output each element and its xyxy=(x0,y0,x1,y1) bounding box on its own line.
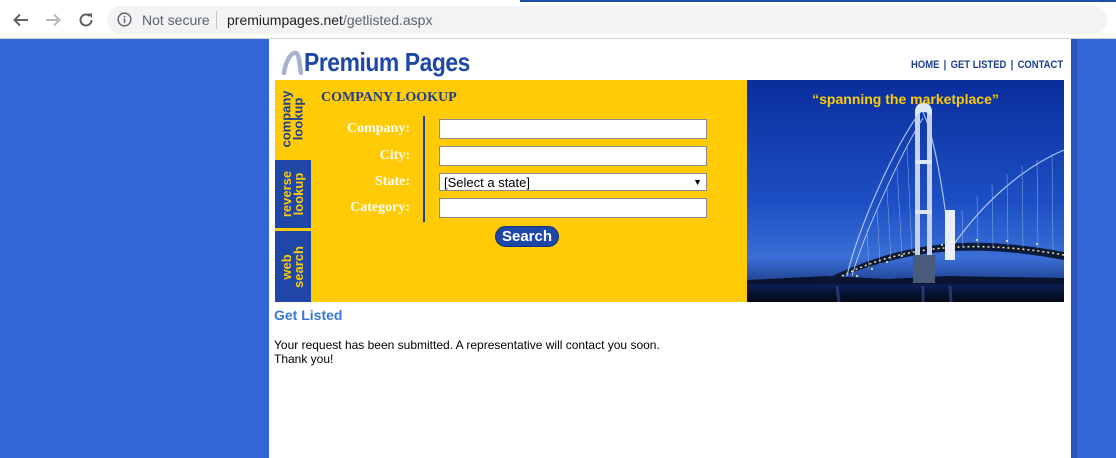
url-domain: premiumpages.net xyxy=(227,12,343,28)
confirmation-message: Your request has been submitted. A repre… xyxy=(274,338,660,366)
back-arrow-icon[interactable] xyxy=(10,9,32,31)
forward-arrow-icon[interactable] xyxy=(42,9,64,31)
page-title: Get Listed xyxy=(274,307,343,323)
company-label: Company: xyxy=(346,121,410,136)
tab-label: web search xyxy=(279,245,307,288)
company-input[interactable] xyxy=(440,120,706,138)
nav-separator: | xyxy=(943,59,947,71)
tab-label: reverse lookup xyxy=(279,170,306,218)
nav-contact-link[interactable]: CONTACT xyxy=(1018,59,1064,71)
state-label: State: xyxy=(375,174,410,189)
city-label: City: xyxy=(379,148,410,163)
top-navigation: HOME | GET LISTED | CONTACT xyxy=(911,59,1063,71)
nav-separator: | xyxy=(1010,59,1014,71)
logo-text: Premium Pages xyxy=(304,47,470,77)
tab-company-lookup[interactable]: company lookup xyxy=(275,80,311,158)
city-input[interactable] xyxy=(440,147,706,165)
bridge-banner-image: “spanning the marketplace” xyxy=(747,80,1064,302)
tab-label: company lookup xyxy=(279,90,307,148)
message-line: Thank you! xyxy=(274,352,334,366)
logo-swoosh-icon xyxy=(281,50,303,75)
form-divider xyxy=(423,116,425,222)
category-label: Category: xyxy=(350,200,410,215)
dropdown-arrow-icon: ▼ xyxy=(693,177,702,187)
lookup-tabs: company lookup reverse lookup web search xyxy=(275,80,311,302)
state-select[interactable]: [Select a state] ▼ xyxy=(439,173,707,191)
address-divider xyxy=(216,11,217,29)
site-logo[interactable]: Premium Pages xyxy=(281,47,493,77)
lookup-heading: COMPANY LOOKUP xyxy=(321,90,457,105)
nav-home-link[interactable]: HOME xyxy=(911,59,939,71)
tab-reverse-lookup[interactable]: reverse lookup xyxy=(275,160,311,228)
url-text[interactable]: premiumpages.net/getlisted.aspx xyxy=(227,11,432,29)
reload-icon[interactable] xyxy=(75,9,97,31)
category-input[interactable] xyxy=(440,199,706,217)
tab-web-search[interactable]: web search xyxy=(275,231,311,302)
url-path: /getlisted.aspx xyxy=(342,12,433,28)
category-field-box xyxy=(439,198,707,218)
page-shadow xyxy=(1071,39,1077,458)
state-selected-value: [Select a state] xyxy=(444,174,530,190)
company-field-box xyxy=(439,119,707,139)
security-status[interactable]: Not secure xyxy=(142,11,210,29)
message-line: Your request has been submitted. A repre… xyxy=(274,338,660,352)
search-panel xyxy=(275,80,747,302)
bridge-illustration xyxy=(747,80,1064,302)
info-icon[interactable] xyxy=(117,12,132,27)
search-button[interactable]: Search xyxy=(495,226,559,247)
nav-get-listed-link[interactable]: GET LISTED xyxy=(951,59,1007,71)
window-top-edge xyxy=(0,0,1116,2)
city-field-box xyxy=(439,146,707,166)
banner-tagline: “spanning the marketplace” xyxy=(812,91,999,107)
